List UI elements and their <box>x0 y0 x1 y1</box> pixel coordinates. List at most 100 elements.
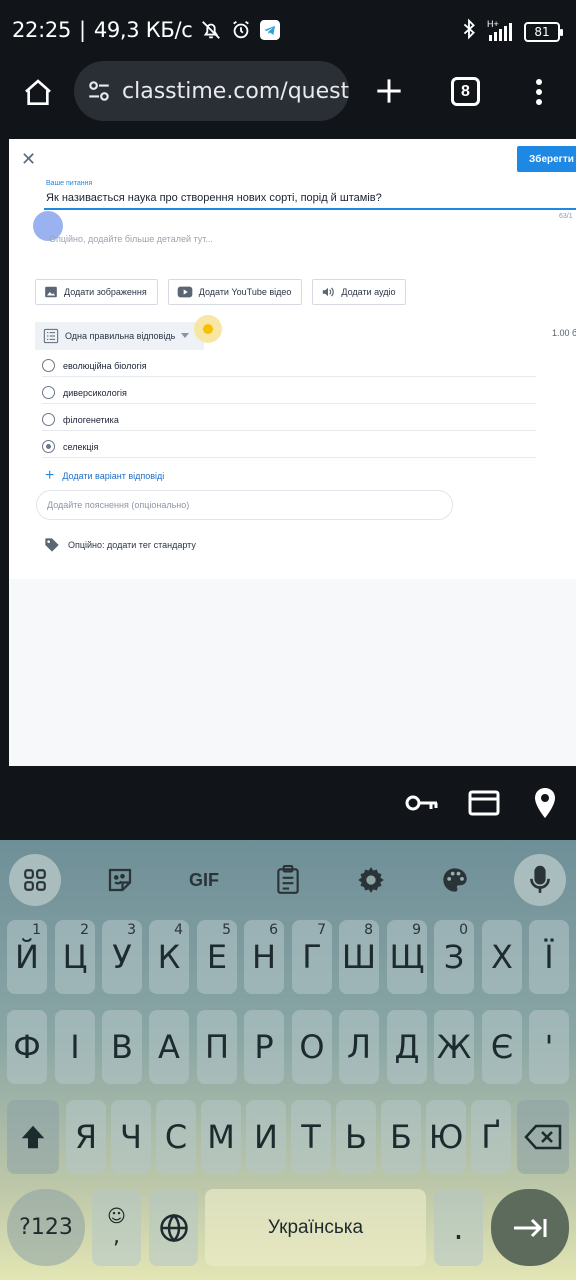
key[interactable]: И <box>246 1100 286 1174</box>
page-footer-area <box>9 579 576 766</box>
key[interactable]: Г7 <box>292 920 332 994</box>
answer-option-text: диверсикологія <box>63 387 127 398</box>
add-youtube-button[interactable]: Додати YouTube відео <box>167 279 303 305</box>
key[interactable]: Ш8 <box>339 920 379 994</box>
clipboard-icon[interactable] <box>262 854 314 906</box>
home-button[interactable] <box>18 73 58 113</box>
new-tab-button[interactable] <box>372 74 406 108</box>
add-youtube-label: Додати YouTube відео <box>198 287 292 297</box>
key[interactable]: Н6 <box>244 920 284 994</box>
language-key[interactable] <box>149 1189 198 1266</box>
key[interactable]: Й1 <box>7 920 47 994</box>
key[interactable]: Є <box>482 1010 522 1084</box>
site-settings-icon[interactable] <box>86 78 112 104</box>
key[interactable]: ' <box>529 1010 569 1084</box>
url-text[interactable]: classtime.com/question <box>122 79 349 104</box>
enter-key[interactable] <box>491 1189 569 1266</box>
key[interactable]: С <box>156 1100 196 1174</box>
signal-icon: H+ <box>487 19 512 41</box>
answer-option-selected[interactable]: селекція <box>42 436 536 458</box>
space-key[interactable]: Українська <box>205 1189 426 1266</box>
sticker-icon[interactable] <box>94 854 146 906</box>
gear-icon[interactable] <box>345 854 397 906</box>
answer-option[interactable]: філогенетика <box>42 409 536 431</box>
key[interactable]: У3 <box>102 920 142 994</box>
key[interactable]: Е5 <box>197 920 237 994</box>
key[interactable]: Ґ <box>471 1100 511 1174</box>
save-button[interactable]: Зберегти п <box>517 146 576 172</box>
add-image-button[interactable]: Додати зображення <box>35 279 158 305</box>
answer-option-text: еволюційна біологія <box>63 360 147 371</box>
tab-switcher-button[interactable]: 8 <box>451 77 480 106</box>
description-input[interactable]: Опційно, додайте більше деталей тут... <box>49 234 213 244</box>
radio-button[interactable] <box>42 386 55 399</box>
key[interactable]: Щ9 <box>387 920 427 994</box>
key[interactable]: Р <box>244 1010 284 1084</box>
radio-button[interactable] <box>42 359 55 372</box>
add-standard-tag[interactable]: Опційно: додати тег стандарту <box>44 537 196 553</box>
url-bar[interactable]: classtime.com/question <box>74 61 349 121</box>
answer-option[interactable]: еволюційна біологія <box>42 355 536 377</box>
backspace-key[interactable] <box>517 1100 569 1174</box>
key[interactable]: Ф <box>7 1010 47 1084</box>
status-speed: 49,3 КБ/с <box>93 18 193 42</box>
key[interactable]: П <box>197 1010 237 1084</box>
key[interactable]: Л <box>339 1010 379 1084</box>
key-icon[interactable] <box>404 786 440 820</box>
telegram-icon <box>260 20 281 40</box>
media-buttons-row: Додати зображення Додати YouTube відео Д… <box>35 279 407 305</box>
points-value[interactable]: 1.00 б <box>552 328 576 338</box>
tag-icon <box>45 538 59 552</box>
explanation-input[interactable]: Додайте пояснення (опціонально) <box>36 490 453 520</box>
key[interactable]: К4 <box>149 920 189 994</box>
add-image-label: Додати зображення <box>64 287 147 297</box>
period-key[interactable]: . <box>434 1189 483 1266</box>
apps-grid-icon[interactable] <box>9 854 61 906</box>
add-option-button[interactable]: + Додати варіант відповіді <box>45 468 164 484</box>
radio-button-checked[interactable] <box>42 440 55 453</box>
microphone-icon[interactable] <box>514 854 566 906</box>
key[interactable]: Ч <box>111 1100 151 1174</box>
keyboard: GIF Й1 Ц2 У3 К4 Е5 Н6 Г7 Ш8 Щ9 З0 Х Ї Ф … <box>0 840 576 1280</box>
shift-key[interactable] <box>7 1100 59 1174</box>
key[interactable]: Ь <box>336 1100 376 1174</box>
key[interactable]: Т <box>291 1100 331 1174</box>
plus-icon <box>377 79 401 103</box>
symbols-key[interactable]: ?123 <box>7 1189 85 1266</box>
question-input[interactable]: Як називається наука про створення нових… <box>46 192 382 204</box>
key[interactable]: Ж <box>434 1010 474 1084</box>
emoji-comma-key[interactable]: ☺ , <box>92 1189 141 1266</box>
status-right: H+ 81 <box>461 18 563 45</box>
key[interactable]: Ї <box>529 920 569 994</box>
shift-icon <box>21 1125 45 1149</box>
answer-option-text: філогенетика <box>63 414 119 425</box>
key[interactable]: Ц2 <box>55 920 95 994</box>
key[interactable]: З0 <box>434 920 474 994</box>
status-time: 22:25 <box>12 18 72 42</box>
key[interactable]: А <box>149 1010 189 1084</box>
key[interactable]: І <box>55 1010 95 1084</box>
radio-button[interactable] <box>42 413 55 426</box>
key[interactable]: В <box>102 1010 142 1084</box>
key[interactable]: Б <box>381 1100 421 1174</box>
key[interactable]: Х <box>482 920 522 994</box>
key[interactable]: О <box>292 1010 332 1084</box>
question-type-dropdown[interactable]: Одна правильна відповідь <box>35 322 204 350</box>
credit-card-icon[interactable] <box>466 786 502 820</box>
key[interactable]: Д <box>387 1010 427 1084</box>
key[interactable]: Ю <box>426 1100 466 1174</box>
more-menu-button[interactable] <box>526 76 552 108</box>
dropdown-arrow-icon <box>181 333 190 338</box>
close-icon[interactable]: ✕ <box>21 149 36 170</box>
backspace-icon <box>524 1124 562 1150</box>
palette-icon[interactable] <box>429 854 481 906</box>
question-input-underline <box>44 208 576 210</box>
answer-option[interactable]: диверсикологія <box>42 382 536 404</box>
key[interactable]: Я <box>66 1100 106 1174</box>
browser-toolbar: classtime.com/question 8 <box>0 60 576 132</box>
add-audio-button[interactable]: Додати аудіо <box>312 279 407 305</box>
status-bar: 22:25 | 49,3 КБ/с H+ 81 <box>0 0 576 60</box>
location-icon[interactable] <box>527 786 563 820</box>
key[interactable]: М <box>201 1100 241 1174</box>
gif-button[interactable]: GIF <box>178 854 230 906</box>
